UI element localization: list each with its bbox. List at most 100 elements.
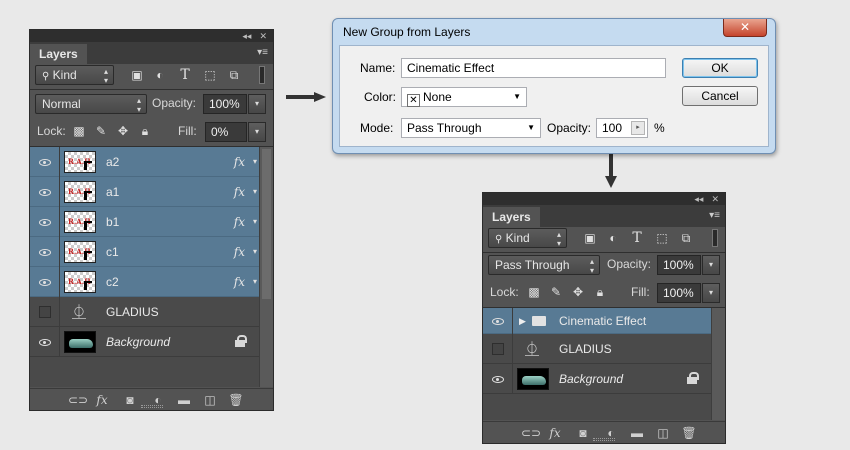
lock-pixels-icon[interactable]: ✎ bbox=[549, 285, 563, 299]
layer-row-background[interactable]: Background bbox=[30, 327, 259, 357]
layer-row-gladius[interactable]: ⏂ GLADIUS bbox=[483, 334, 711, 364]
layer-row-cinematic-effect-group[interactable]: ▶ Cinematic Effect bbox=[483, 308, 711, 334]
visibility-toggle[interactable] bbox=[30, 207, 60, 237]
layer-name[interactable]: Cinematic Effect bbox=[559, 308, 646, 334]
close-panel-icon[interactable]: ✕ bbox=[259, 30, 267, 42]
resize-grip[interactable] bbox=[593, 438, 615, 441]
close-panel-icon[interactable]: ✕ bbox=[711, 193, 719, 205]
type-filter-icon[interactable]: T bbox=[178, 68, 192, 82]
link-layers-icon[interactable]: ⊂⊃ bbox=[521, 425, 541, 441]
type-filter-icon[interactable]: T bbox=[630, 231, 644, 245]
lock-all-icon[interactable]: 🔒︎ bbox=[593, 285, 607, 299]
blend-mode-select[interactable]: Pass Through ▴ ▾ bbox=[488, 255, 600, 275]
add-mask-icon[interactable]: ◙ bbox=[575, 425, 591, 441]
color-select[interactable]: ✕ None ▼ bbox=[401, 87, 527, 107]
filter-kind-select[interactable]: ⚲ Kind ▴ ▾ bbox=[488, 228, 567, 248]
pixel-filter-icon[interactable]: ▣ bbox=[583, 231, 597, 245]
lock-position-icon[interactable]: ✥ bbox=[116, 124, 130, 138]
filter-toggle-switch[interactable] bbox=[259, 66, 265, 84]
visibility-toggle[interactable] bbox=[30, 237, 60, 267]
mode-select[interactable]: Pass Through ▼ bbox=[401, 118, 541, 138]
filter-toggle-switch[interactable] bbox=[712, 229, 718, 247]
layer-row-b1[interactable]: R.A.H b1 fx ▾ bbox=[30, 207, 259, 237]
layer-name[interactable]: GLADIUS bbox=[106, 297, 159, 327]
visibility-toggle[interactable] bbox=[30, 327, 60, 357]
opacity-input[interactable]: 100% bbox=[203, 94, 247, 114]
smart-object-filter-icon[interactable]: ⧉ bbox=[227, 68, 241, 82]
adjustment-filter-icon[interactable]: ◐ bbox=[606, 231, 620, 245]
opacity-dropdown-button[interactable]: ▾ bbox=[248, 94, 266, 114]
layer-effects-icon[interactable]: fx bbox=[234, 177, 245, 207]
delete-layer-icon[interactable]: 🗑︎ bbox=[681, 425, 697, 441]
adjustment-filter-icon[interactable]: ◐ bbox=[153, 68, 167, 82]
panel-menu-icon[interactable]: ▾≡ bbox=[709, 210, 720, 221]
opacity-input[interactable]: 100% bbox=[657, 255, 701, 275]
name-input[interactable]: Cinematic Effect bbox=[401, 58, 666, 78]
expand-group-icon[interactable]: ▶ bbox=[519, 308, 526, 334]
layer-name[interactable]: c2 bbox=[106, 267, 119, 297]
add-style-icon[interactable]: fx bbox=[547, 425, 563, 441]
visibility-toggle[interactable] bbox=[30, 267, 60, 297]
layer-name[interactable]: a2 bbox=[106, 147, 119, 177]
tab-layers[interactable]: Layers bbox=[483, 207, 540, 227]
layer-effects-icon[interactable]: fx bbox=[234, 267, 245, 297]
layer-name[interactable]: Background bbox=[106, 327, 170, 357]
layer-effects-icon[interactable]: fx bbox=[234, 207, 245, 237]
shape-filter-icon[interactable]: ⬚ bbox=[203, 68, 217, 82]
filter-kind-select[interactable]: ⚲ Kind ▴ ▾ bbox=[35, 65, 114, 85]
expand-effects-icon[interactable]: ▾ bbox=[253, 207, 257, 237]
fill-input[interactable]: 0% bbox=[205, 122, 247, 142]
layer-row-c1[interactable]: R.A.H c1 fx ▾ bbox=[30, 237, 259, 267]
expand-effects-icon[interactable]: ▾ bbox=[253, 267, 257, 297]
layer-name[interactable]: c1 bbox=[106, 237, 119, 267]
ok-button[interactable]: OK bbox=[682, 58, 758, 78]
delete-layer-icon[interactable]: 🗑︎ bbox=[228, 392, 244, 408]
panel-menu-icon[interactable]: ▾≡ bbox=[257, 47, 268, 58]
fill-input[interactable]: 100% bbox=[657, 283, 701, 303]
lock-position-icon[interactable]: ✥ bbox=[571, 285, 585, 299]
new-group-icon[interactable]: ▬ bbox=[629, 425, 645, 441]
expand-effects-icon[interactable]: ▾ bbox=[253, 237, 257, 267]
visibility-toggle[interactable] bbox=[30, 147, 60, 177]
layer-name[interactable]: GLADIUS bbox=[559, 334, 612, 364]
resize-grip[interactable] bbox=[140, 405, 163, 408]
visibility-toggle[interactable] bbox=[30, 297, 60, 327]
layer-row-a2[interactable]: R.A.H a2 fx ▾ bbox=[30, 147, 259, 177]
smart-object-filter-icon[interactable]: ⧉ bbox=[679, 231, 693, 245]
layers-scrollbar[interactable] bbox=[711, 308, 725, 420]
layer-name[interactable]: a1 bbox=[106, 177, 119, 207]
expand-effects-icon[interactable]: ▾ bbox=[253, 147, 257, 177]
lock-transparency-icon[interactable]: ▩ bbox=[72, 124, 86, 138]
lock-transparency-icon[interactable]: ▩ bbox=[527, 285, 541, 299]
layer-row-a1[interactable]: R.A.H a1 fx ▾ bbox=[30, 177, 259, 207]
visibility-toggle[interactable] bbox=[483, 308, 513, 334]
layer-row-c2[interactable]: R.A.H c2 fx ▾ bbox=[30, 267, 259, 297]
visibility-toggle[interactable] bbox=[483, 334, 513, 364]
link-layers-icon[interactable]: ⊂⊃ bbox=[68, 392, 88, 408]
opacity-dropdown-button[interactable]: ▾ bbox=[702, 255, 720, 275]
visibility-toggle[interactable] bbox=[483, 364, 513, 394]
add-style-icon[interactable]: fx bbox=[94, 392, 110, 408]
layer-effects-icon[interactable]: fx bbox=[234, 147, 245, 177]
visibility-toggle[interactable] bbox=[30, 177, 60, 207]
opacity-slider-button[interactable]: ▸ bbox=[631, 121, 645, 135]
new-layer-icon[interactable]: ◫ bbox=[655, 425, 671, 441]
layer-name[interactable]: Background bbox=[559, 364, 623, 394]
dialog-opacity-input[interactable]: 100 ▸ bbox=[596, 118, 648, 138]
layers-scrollbar[interactable] bbox=[259, 147, 273, 387]
close-dialog-button[interactable]: ✕ bbox=[723, 19, 767, 37]
layer-effects-icon[interactable]: fx bbox=[234, 237, 245, 267]
cancel-button[interactable]: Cancel bbox=[682, 86, 758, 106]
lock-pixels-icon[interactable]: ✎ bbox=[94, 124, 108, 138]
collapse-icon[interactable]: ◂◂ bbox=[242, 30, 251, 42]
pixel-filter-icon[interactable]: ▣ bbox=[130, 68, 144, 82]
layer-row-background[interactable]: Background bbox=[483, 364, 711, 394]
layer-name[interactable]: b1 bbox=[106, 207, 119, 237]
collapse-icon[interactable]: ◂◂ bbox=[694, 193, 703, 205]
blend-mode-select[interactable]: Normal ▴ ▾ bbox=[35, 94, 147, 114]
tab-layers[interactable]: Layers bbox=[30, 44, 87, 64]
layer-row-gladius[interactable]: ⏂ GLADIUS bbox=[30, 297, 259, 327]
shape-filter-icon[interactable]: ⬚ bbox=[655, 231, 669, 245]
scrollbar-thumb[interactable] bbox=[262, 149, 271, 299]
fill-dropdown-button[interactable]: ▾ bbox=[248, 122, 266, 142]
